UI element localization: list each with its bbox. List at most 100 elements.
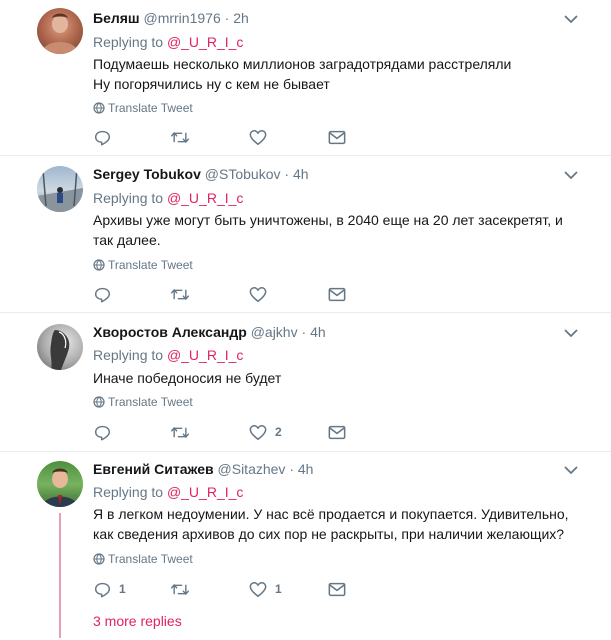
separator: · [301,324,307,340]
retweet-button[interactable] [170,422,198,442]
like-button[interactable] [249,127,275,147]
envelope-icon [328,425,346,439]
reply-icon [94,287,111,302]
reply-count: 1 [119,582,126,596]
direct-message-button[interactable] [328,284,346,304]
translate-tweet-link[interactable]: Translate Tweet [93,101,193,115]
tweet-header: Sergey Tobukov @STobukov · 4h [93,165,309,183]
tweet-header: Евгений Ситажев @Sitazhev · 4h [93,460,313,478]
translate-label: Translate Tweet [108,552,193,566]
globe-icon [93,396,105,408]
retweet-icon [170,288,190,300]
replying-to-label: Replying to [93,34,164,50]
timestamp[interactable]: 4h [298,461,314,477]
mention-link[interactable]: @_U_R_I_c [167,190,243,206]
tweet-text: Подумаешь несколько миллионов заградотря… [93,54,583,94]
tweet-header: Хворостов Александр @ajkhv · 4h [93,323,326,341]
retweet-icon [170,426,190,438]
retweet-button[interactable] [170,127,198,147]
tweet-3[interactable]: Хворостов Александр @ajkhv · 4h Replying… [0,313,611,452]
user-handle[interactable]: @Sitazhev [218,461,286,477]
reply-button[interactable] [94,422,119,442]
user-handle[interactable]: @ajkhv [251,324,298,340]
chevron-down-icon[interactable] [563,327,579,339]
globe-icon [93,259,105,271]
retweet-button[interactable] [170,579,198,599]
heart-icon [249,581,267,597]
avatar[interactable] [37,8,83,54]
display-name[interactable]: Sergey Tobukov [93,166,201,182]
direct-message-button[interactable] [328,579,346,599]
separator: · [284,166,290,182]
heart-icon [249,286,267,302]
translate-tweet-link[interactable]: Translate Tweet [93,395,193,409]
tweet-text-line: Я в легком недоумении. У нас всё продает… [93,506,569,542]
tweet-text-line: Ну погорячились ну с кем не бывает [93,76,330,92]
tweet-text-line: Подумаешь несколько миллионов заградотря… [93,56,512,72]
reply-button[interactable] [94,284,119,304]
timestamp[interactable]: 4h [310,324,326,340]
replying-to: Replying to @_U_R_I_c [93,33,243,51]
heart-icon [249,129,267,145]
translate-label: Translate Tweet [108,395,193,409]
direct-message-button[interactable] [328,127,346,147]
replying-to-label: Replying to [93,347,164,363]
avatar[interactable] [37,166,83,212]
globe-icon [93,102,105,114]
envelope-icon [328,130,346,144]
chevron-down-icon[interactable] [563,169,579,181]
translate-tweet-link[interactable]: Translate Tweet [93,552,193,566]
mention-link[interactable]: @_U_R_I_c [167,34,243,50]
reply-button[interactable]: 1 [94,579,126,599]
mention-link[interactable]: @_U_R_I_c [167,347,243,363]
reply-button[interactable] [94,127,119,147]
tweet-2[interactable]: Sergey Tobukov @STobukov · 4h Replying t… [0,156,611,313]
display-name[interactable]: Беляш [93,10,140,26]
tweet-text: Иначе победоносия не будет [93,368,583,388]
user-handle[interactable]: @STobukov [205,166,281,182]
like-button[interactable] [249,284,275,304]
tweet-text: Я в легком недоумении. У нас всё продает… [93,504,583,544]
envelope-icon [328,287,346,301]
avatar[interactable] [37,461,83,507]
translate-tweet-link[interactable]: Translate Tweet [93,258,193,272]
translate-label: Translate Tweet [108,258,193,272]
display-name[interactable]: Хворостов Александр [93,324,247,340]
separator: · [224,10,230,26]
replying-to-label: Replying to [93,484,164,500]
tweet-4[interactable]: Евгений Ситажев @Sitazhev · 4h Replying … [0,452,611,640]
more-replies-link[interactable]: 3 more replies [93,613,182,629]
direct-message-button[interactable] [328,422,346,442]
like-button[interactable]: 2 [249,422,282,442]
like-button[interactable]: 1 [249,579,282,599]
tweet-text-line: Иначе победоносия не будет [93,370,282,386]
like-count: 1 [275,582,282,596]
envelope-icon [328,582,346,596]
timestamp[interactable]: 2h [233,10,249,26]
heart-icon [249,424,267,440]
retweet-button[interactable] [170,284,198,304]
user-handle[interactable]: @mrrin1976 [143,10,220,26]
retweet-icon [170,131,190,143]
retweet-icon [170,583,190,595]
replying-to-label: Replying to [93,190,164,206]
translate-label: Translate Tweet [108,101,193,115]
chevron-down-icon[interactable] [563,13,579,25]
display-name[interactable]: Евгений Ситажев [93,461,214,477]
globe-icon [93,553,105,565]
tweet-text-line: Архивы уже могут быть уничтожены, в 2040… [93,212,563,248]
tweet-header: Беляш @mrrin1976 · 2h [93,9,249,27]
reply-icon [94,582,111,597]
avatar[interactable] [37,324,83,370]
like-count: 2 [275,425,282,439]
timestamp[interactable]: 4h [293,166,309,182]
replying-to: Replying to @_U_R_I_c [93,346,243,364]
thread-line [59,513,61,638]
replying-to: Replying to @_U_R_I_c [93,189,243,207]
reply-icon [94,130,111,145]
chevron-down-icon[interactable] [563,464,579,476]
mention-link[interactable]: @_U_R_I_c [167,484,243,500]
replying-to: Replying to @_U_R_I_c [93,483,243,501]
reply-icon [94,425,111,440]
tweet-1[interactable]: Беляш @mrrin1976 · 2h Replying to @_U_R_… [0,0,611,156]
